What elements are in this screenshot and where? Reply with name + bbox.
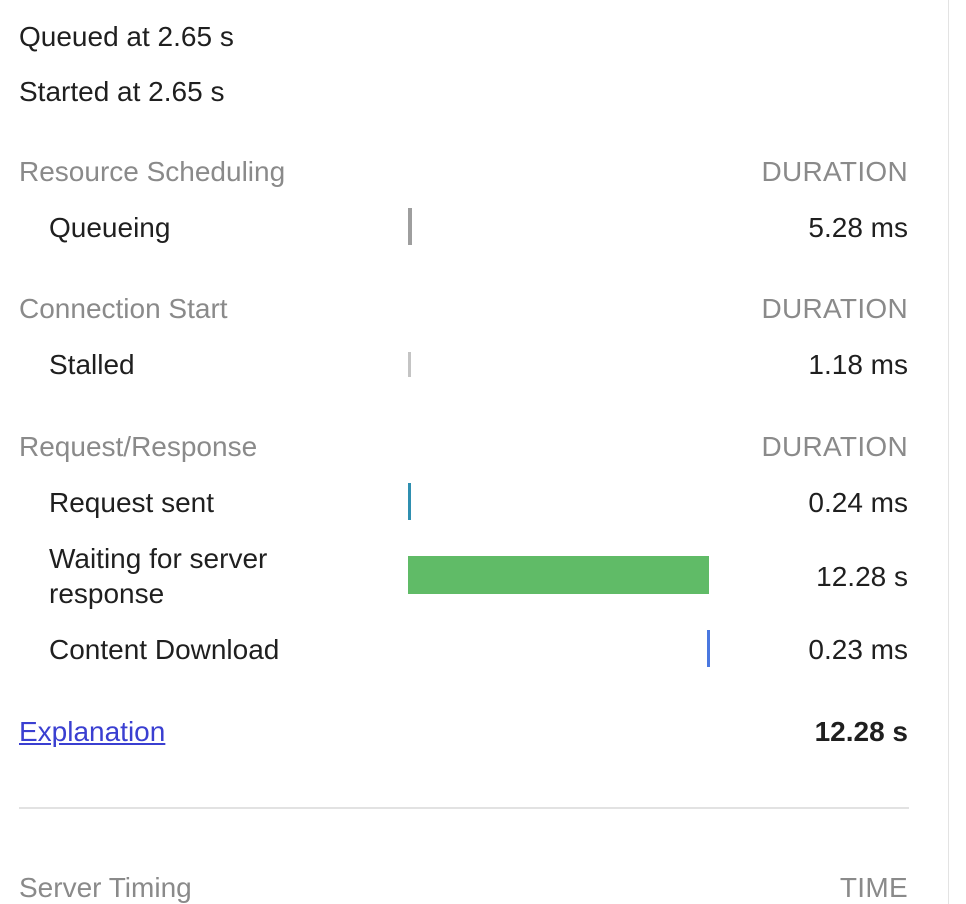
timing-panel: Queued at 2.65 s Started at 2.65 s Resou… bbox=[0, 0, 966, 904]
queued-at-text: Queued at 2.65 s bbox=[19, 21, 234, 52]
timing-bar-request-sent bbox=[408, 483, 411, 520]
row-value-stalled: 1.18 ms bbox=[808, 349, 908, 380]
row-label-waiting: Waiting for server response bbox=[49, 543, 268, 609]
explanation-link[interactable]: Explanation bbox=[19, 715, 165, 749]
row-label-queueing: Queueing bbox=[49, 212, 171, 243]
section-server-timing: Server Timing bbox=[19, 872, 192, 903]
row-value-waiting: 12.28 s bbox=[816, 561, 908, 592]
section-connection-start: Connection Start bbox=[19, 293, 228, 324]
started-at-text: Started at 2.65 s bbox=[19, 76, 225, 107]
total-duration: 12.28 s bbox=[814, 716, 908, 747]
time-header: TIME bbox=[839, 872, 908, 903]
timing-bar-content-download bbox=[707, 630, 710, 667]
row-label-stalled: Stalled bbox=[49, 349, 135, 380]
timing-bar-queueing bbox=[408, 208, 412, 245]
panel-border bbox=[948, 0, 949, 904]
timing-bar-stalled bbox=[408, 352, 411, 377]
row-value-request-sent: 0.24 ms bbox=[808, 487, 908, 518]
row-value-queueing: 5.28 ms bbox=[808, 212, 908, 243]
duration-header: DURATION bbox=[761, 156, 908, 187]
row-label-request-sent: Request sent bbox=[49, 487, 214, 518]
section-request-response: Request/Response bbox=[19, 431, 258, 462]
duration-header: DURATION bbox=[761, 431, 908, 462]
section-resource-scheduling: Resource Scheduling bbox=[19, 156, 286, 187]
row-value-content-download: 0.23 ms bbox=[808, 634, 908, 665]
duration-header: DURATION bbox=[761, 293, 908, 324]
row-label-content-download: Content Download bbox=[49, 634, 280, 665]
divider bbox=[19, 807, 909, 809]
timing-bar-waiting bbox=[408, 556, 709, 594]
